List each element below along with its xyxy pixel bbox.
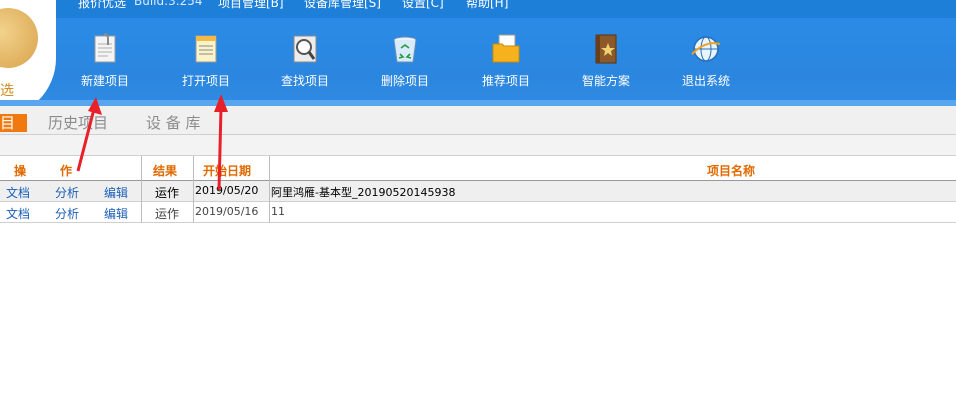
edit-link[interactable]: 编辑 <box>104 205 128 222</box>
doc-link[interactable]: 文档 <box>6 205 30 222</box>
table-row[interactable]: 文档 分析 编辑 运作 2019/05/20 阿里鸿雁-基本型_20190520… <box>0 181 956 202</box>
find-project-label: 查找项目 <box>280 74 329 88</box>
book-icon <box>595 34 617 64</box>
header-operation-1: 操 <box>14 164 27 178</box>
column-divider <box>141 156 142 222</box>
folder-icon <box>492 34 520 63</box>
header-project-name[interactable]: 项目名称 <box>707 162 755 179</box>
recommend-project-label: 推荐项目 <box>481 74 530 88</box>
edit-link[interactable]: 编辑 <box>104 184 128 201</box>
magnifier-icon <box>293 35 317 63</box>
toolbar: 选 新建项目 打开项目 查找项目 删除项目 推荐项目 智能方案 退出系统 <box>0 0 956 118</box>
exit-system-button[interactable]: 退出系统 <box>666 32 746 89</box>
result-cell: 运作 <box>155 207 180 221</box>
annotation-arrow-open <box>214 94 228 191</box>
tab-bar: 目 历史项目 设 备 库 <box>0 106 956 135</box>
header-result[interactable]: 结果 <box>153 162 177 179</box>
exit-system-label: 退出系统 <box>681 74 730 88</box>
open-project-button[interactable]: 打开项目 <box>166 32 246 89</box>
menu-device-library[interactable]: 设备库管理[S] <box>304 0 381 11</box>
logo-text: 选 <box>0 83 14 99</box>
project-name-cell: 阿里鸿雁-基本型_20190520145938 <box>271 186 456 199</box>
delete-project-button[interactable]: 删除项目 <box>365 32 445 89</box>
smart-solution-button[interactable]: 智能方案 <box>566 32 646 89</box>
smart-solution-label: 智能方案 <box>581 74 630 88</box>
menubar: 报价优选 Build:3.254 项目管理[B] 设备库管理[S] 设置[C] … <box>0 0 956 18</box>
notepad-icon <box>195 35 217 63</box>
menu-help[interactable]: 帮助[H] <box>466 0 508 11</box>
new-project-button[interactable]: 新建项目 <box>65 32 145 89</box>
app-name: 报价优选 <box>78 0 127 10</box>
sub-toolbar <box>0 135 956 156</box>
table-header: 操 作 结果 开始日期 项目名称 <box>0 156 956 181</box>
table-row[interactable]: 文档 分析 编辑 运作 2019/05/16 11 <box>0 202 956 223</box>
date-cell: 2019/05/16 <box>195 205 259 218</box>
build-version: Build:3.254 <box>134 0 203 8</box>
tab-current-projects[interactable]: 目 <box>0 114 28 132</box>
column-divider <box>193 156 194 222</box>
recycle-bin-icon <box>393 36 417 63</box>
result-cell: 运作 <box>155 186 180 200</box>
analyze-link[interactable]: 分析 <box>55 184 79 201</box>
recommend-project-button[interactable]: 推荐项目 <box>466 32 546 89</box>
delete-project-label: 删除项目 <box>380 74 429 88</box>
menu-settings[interactable]: 设置[C] <box>402 0 444 11</box>
analyze-link[interactable]: 分析 <box>55 205 79 222</box>
annotation-arrow-new <box>76 97 102 172</box>
find-project-button[interactable]: 查找项目 <box>265 32 345 89</box>
new-document-icon <box>94 33 116 63</box>
doc-link[interactable]: 文档 <box>6 184 30 201</box>
open-project-label: 打开项目 <box>181 74 230 88</box>
column-divider <box>269 156 270 222</box>
new-project-label: 新建项目 <box>80 74 129 88</box>
tab-device-library[interactable]: 设 备 库 <box>146 112 201 133</box>
project-name-cell: 11 <box>271 205 285 218</box>
menu-project-management[interactable]: 项目管理[B] <box>218 0 284 11</box>
globe-icon <box>691 36 721 62</box>
